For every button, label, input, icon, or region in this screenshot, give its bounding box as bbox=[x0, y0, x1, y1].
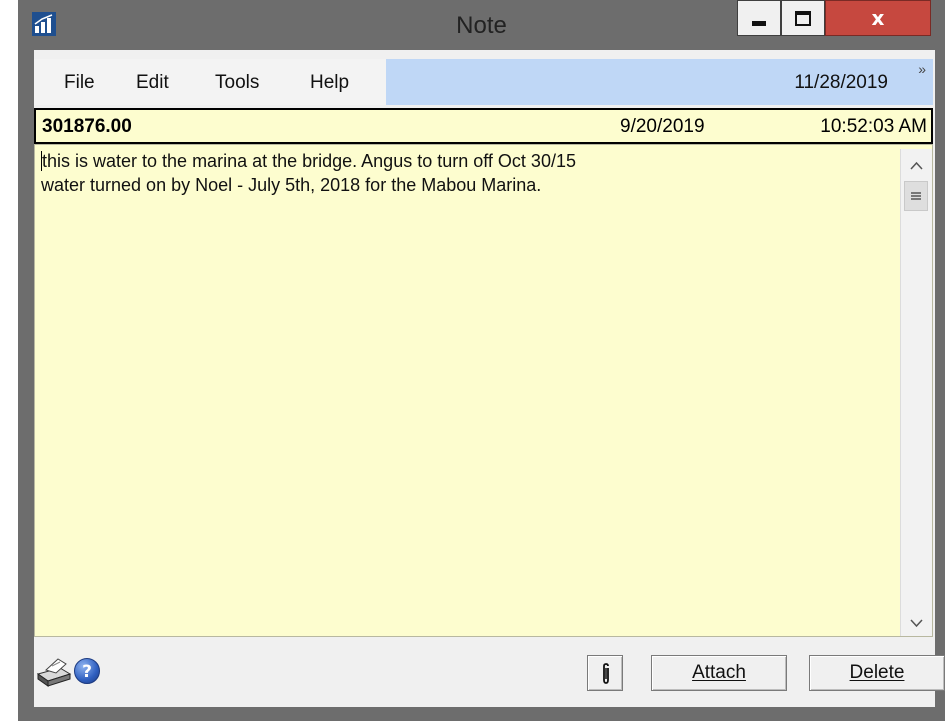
help-icon[interactable]: ? bbox=[74, 658, 100, 684]
scroll-up-icon[interactable] bbox=[901, 155, 932, 177]
note-header: 301876.00 9/20/2019 10:52:03 AM bbox=[34, 108, 933, 144]
note-date: 9/20/2019 bbox=[620, 116, 705, 137]
title-bar[interactable]: Note x bbox=[18, 0, 945, 50]
close-button[interactable]: x bbox=[825, 0, 931, 36]
menu-help[interactable]: Help bbox=[310, 72, 349, 94]
menu-file[interactable]: File bbox=[64, 72, 95, 94]
vertical-scrollbar[interactable] bbox=[900, 149, 932, 636]
note-text-area[interactable]: this is water to the marina at the bridg… bbox=[34, 144, 933, 637]
bottom-bar: ? Attach Delete bbox=[34, 637, 945, 707]
current-date: 11/28/2019 bbox=[794, 72, 888, 93]
menu-tools[interactable]: Tools bbox=[215, 72, 259, 94]
note-text[interactable]: this is water to the marina at the bridg… bbox=[41, 151, 576, 195]
scroll-thumb[interactable] bbox=[904, 181, 928, 211]
note-id: 301876.00 bbox=[42, 116, 132, 137]
delete-button[interactable]: Delete bbox=[809, 655, 945, 691]
minimize-icon bbox=[752, 20, 766, 26]
note-window: Note x File Edit Tools Help 11/28/2019 »… bbox=[18, 0, 945, 721]
grip-icon bbox=[911, 192, 921, 200]
close-icon: x bbox=[871, 6, 885, 30]
maximize-button[interactable] bbox=[781, 0, 825, 36]
delete-label: Delete bbox=[849, 662, 905, 683]
menu-date-area: 11/28/2019 » bbox=[386, 59, 933, 105]
note-time: 10:52:03 AM bbox=[820, 116, 927, 137]
attach-label: Attach bbox=[692, 662, 746, 683]
attachment-button[interactable] bbox=[587, 655, 623, 691]
minimize-button[interactable] bbox=[737, 0, 781, 36]
client-area: File Edit Tools Help 11/28/2019 » 301876… bbox=[34, 50, 945, 707]
note-text-wrapper[interactable]: this is water to the marina at the bridg… bbox=[41, 149, 891, 197]
paperclip-icon bbox=[603, 663, 609, 684]
printer-icon[interactable] bbox=[34, 656, 72, 688]
scroll-down-icon[interactable] bbox=[901, 612, 932, 634]
menu-bar: File Edit Tools Help 11/28/2019 » bbox=[34, 59, 933, 105]
maximize-icon bbox=[795, 10, 811, 26]
menu-items-area: File Edit Tools Help bbox=[34, 59, 386, 105]
app-chart-icon bbox=[32, 12, 56, 36]
menu-edit[interactable]: Edit bbox=[136, 72, 169, 94]
attach-button[interactable]: Attach bbox=[651, 655, 787, 691]
chevron-right-icon[interactable]: » bbox=[918, 61, 926, 77]
